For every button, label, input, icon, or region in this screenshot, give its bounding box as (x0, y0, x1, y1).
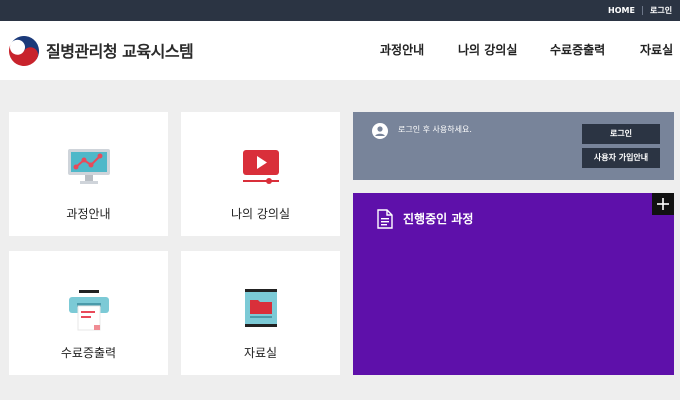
plus-icon (657, 198, 669, 210)
user-avatar-icon (372, 123, 388, 139)
nav-certificate-print[interactable]: 수료증출력 (550, 41, 605, 58)
tile-resources[interactable]: 자료실 (181, 251, 340, 375)
more-plus-button[interactable] (652, 193, 674, 215)
login-panel: 로그인 후 사용하세요. 로그인 사용자 가입안내 (353, 112, 674, 180)
ongoing-course-panel: 진행중인 과정 (353, 193, 674, 375)
nav-resources[interactable]: 자료실 (640, 41, 673, 58)
nav-my-classroom[interactable]: 나의 강의실 (458, 41, 517, 58)
tile-label: 과정안내 (66, 207, 111, 221)
login-message: 로그인 후 사용하세요. (398, 125, 472, 134)
nav-course-guide[interactable]: 과정안내 (380, 41, 424, 58)
document-icon (377, 209, 393, 229)
tile-certificate-print[interactable]: 수료증출력 (9, 251, 168, 375)
ongoing-course-title: 진행중인 과정 (403, 212, 474, 226)
video-play-icon (242, 150, 279, 184)
site-title[interactable]: 질병관리청 교육시스템 (46, 38, 194, 62)
signup-guide-button[interactable]: 사용자 가입안내 (582, 148, 660, 168)
monitor-chart-icon (67, 149, 110, 184)
folder-archive-icon (244, 289, 277, 327)
tile-label: 자료실 (243, 346, 278, 360)
tile-label: 나의 강의실 (230, 207, 290, 221)
home-link[interactable]: HOME (608, 0, 635, 21)
tile-my-classroom[interactable]: 나의 강의실 (181, 112, 340, 236)
taegeuk-logo-icon[interactable] (8, 35, 40, 67)
divider (642, 6, 643, 15)
site-header: 질병관리청 교육시스템 과정안내 나의 강의실 수료증출력 자료실 (0, 21, 680, 80)
printer-icon (68, 290, 109, 331)
login-button[interactable]: 로그인 (582, 124, 660, 144)
login-link[interactable]: 로그인 (650, 0, 672, 21)
tile-label: 수료증출력 (60, 346, 117, 360)
tile-course-guide[interactable]: 과정안내 (9, 112, 168, 236)
top-utility-bar: HOME 로그인 (0, 0, 680, 21)
